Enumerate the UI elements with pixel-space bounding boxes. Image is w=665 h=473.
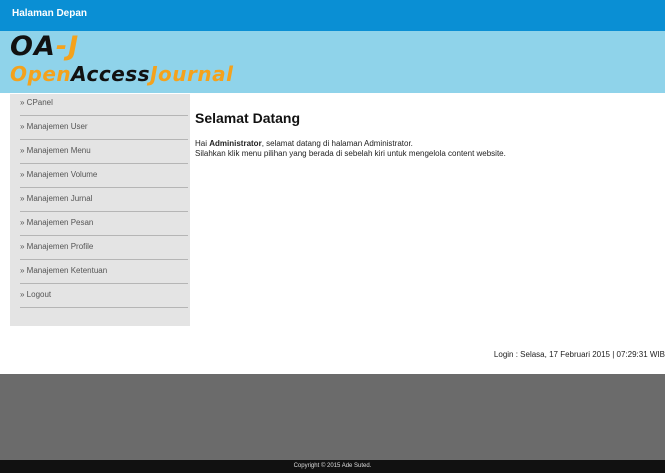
instruction-text: Silahkan klik menu pilihan yang berada d… bbox=[195, 149, 506, 158]
logo-journal-text: Journal bbox=[150, 62, 234, 86]
sidebar-item-pesan[interactable]: » Manajemen Pesan bbox=[20, 214, 188, 236]
logo-oa-text: OA bbox=[10, 31, 56, 62]
sidebar-item-menu[interactable]: » Manajemen Menu bbox=[20, 142, 188, 164]
logo-subtitle: OpenAccessJournal bbox=[10, 64, 233, 84]
footer-panel bbox=[0, 374, 665, 460]
login-status: Login : Selasa, 17 Februari 2015 | 07:29… bbox=[493, 350, 665, 359]
logo-open-text: Open bbox=[10, 62, 72, 86]
sidebar-item-user[interactable]: » Manajemen User bbox=[20, 118, 188, 140]
logo-j-text: -J bbox=[55, 31, 80, 62]
sidebar-item-ketentuan[interactable]: » Manajemen Ketentuan bbox=[20, 262, 188, 284]
greeting-suffix: , selamat datang di halaman Administrato… bbox=[261, 139, 413, 148]
sidebar-item-jurnal[interactable]: » Manajemen Jurnal bbox=[20, 190, 188, 212]
home-link[interactable]: Halaman Depan bbox=[12, 8, 87, 19]
logo-access-text: Access bbox=[71, 62, 151, 86]
sidebar-item-cpanel[interactable]: » CPanel bbox=[20, 94, 188, 116]
sidebar-item-profile[interactable]: » Manajemen Profile bbox=[20, 238, 188, 260]
logo-main: OA-J bbox=[10, 33, 79, 60]
top-nav-bar: Halaman Depan bbox=[0, 0, 665, 31]
footer-copyright: Copyright © 2015 Ade Suted. bbox=[0, 460, 665, 473]
user-name: Administrator bbox=[209, 139, 262, 148]
sidebar-item-volume[interactable]: » Manajemen Volume bbox=[20, 166, 188, 188]
greeting-prefix: Hai bbox=[195, 139, 210, 148]
sidebar-menu: » CPanel » Manajemen User » Manajemen Me… bbox=[10, 94, 190, 326]
header-banner: OA-J OpenAccessJournal bbox=[0, 31, 665, 93]
page-title: Selamat Datang bbox=[195, 110, 301, 126]
welcome-message: Hai Administrator, selamat datang di hal… bbox=[195, 139, 635, 159]
sidebar-item-logout[interactable]: » Logout bbox=[20, 286, 188, 308]
